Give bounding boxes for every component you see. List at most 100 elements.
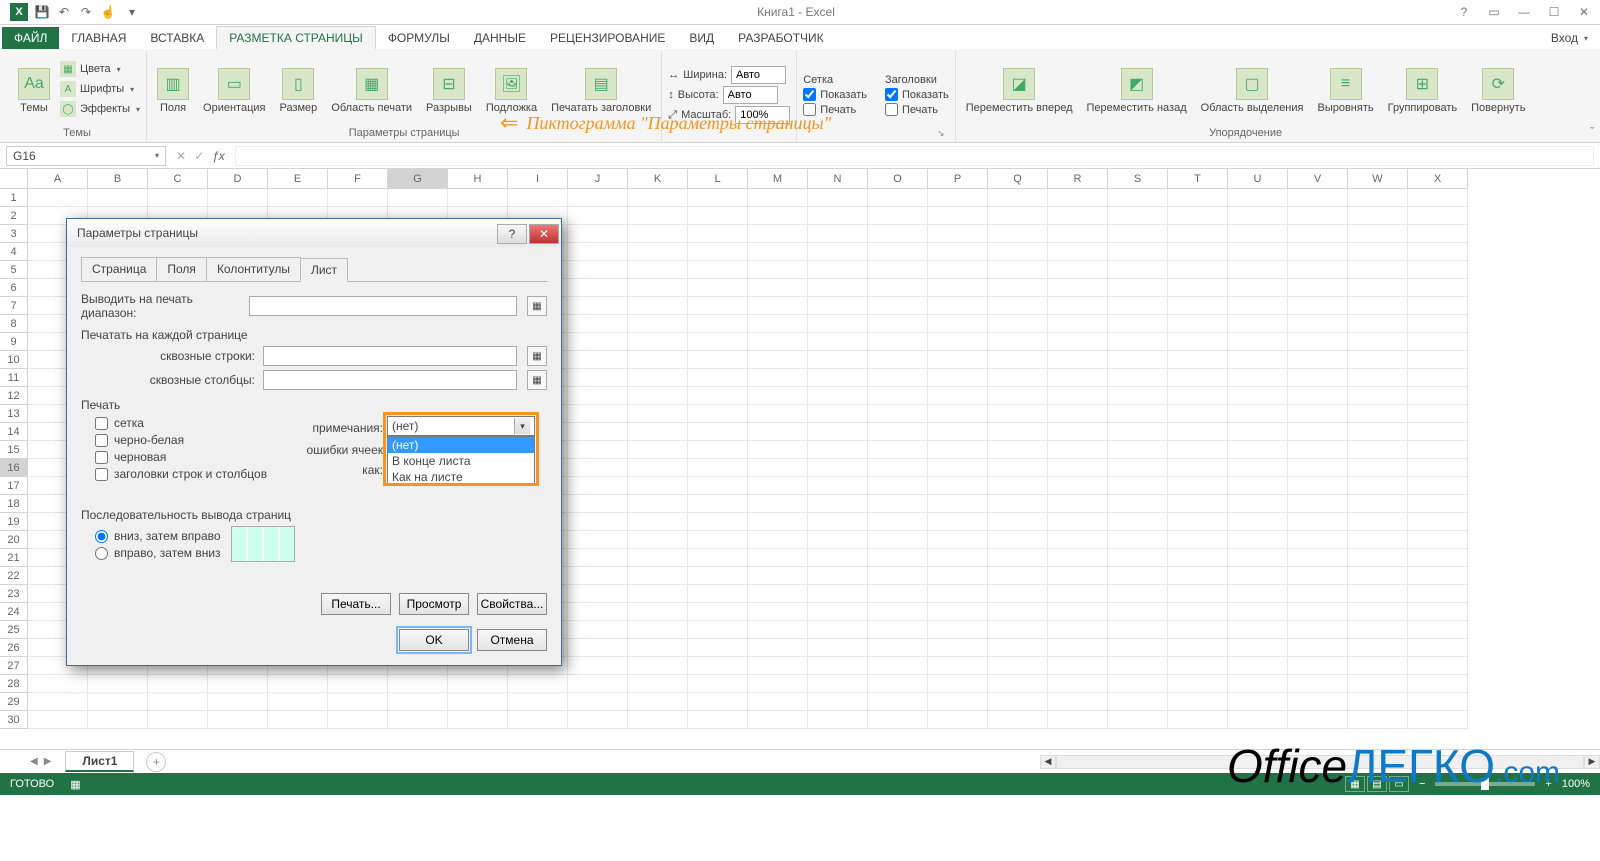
cell[interactable] bbox=[1348, 369, 1408, 387]
tab-page-layout[interactable]: РАЗМЕТКА СТРАНИЦЫ bbox=[216, 26, 376, 49]
print-titles-button[interactable]: ▤Печатать заголовки bbox=[547, 64, 655, 114]
cell[interactable] bbox=[568, 657, 628, 675]
cell[interactable] bbox=[808, 495, 868, 513]
column-header-G[interactable]: G bbox=[388, 169, 448, 189]
cell[interactable] bbox=[868, 549, 928, 567]
scroll-right-icon[interactable]: ▶ bbox=[1584, 755, 1600, 769]
cell[interactable] bbox=[748, 207, 808, 225]
cell[interactable] bbox=[1048, 207, 1108, 225]
cell[interactable] bbox=[1348, 441, 1408, 459]
cell[interactable] bbox=[268, 675, 328, 693]
cell[interactable] bbox=[808, 315, 868, 333]
cell[interactable] bbox=[1288, 279, 1348, 297]
nav-next-icon[interactable]: ▶ bbox=[44, 756, 52, 767]
touch-mode-icon[interactable]: ☝ bbox=[100, 4, 116, 20]
row-header-30[interactable]: 30 bbox=[0, 711, 28, 729]
row-header-17[interactable]: 17 bbox=[0, 477, 28, 495]
cell[interactable] bbox=[688, 639, 748, 657]
cell[interactable] bbox=[868, 585, 928, 603]
cell[interactable] bbox=[688, 459, 748, 477]
cell[interactable] bbox=[388, 711, 448, 729]
cell[interactable] bbox=[508, 693, 568, 711]
cell[interactable] bbox=[1288, 603, 1348, 621]
cell[interactable] bbox=[1408, 387, 1468, 405]
cell[interactable] bbox=[748, 459, 808, 477]
cell[interactable] bbox=[748, 189, 808, 207]
cell[interactable] bbox=[628, 441, 688, 459]
cell[interactable] bbox=[1348, 243, 1408, 261]
cell[interactable] bbox=[1348, 477, 1408, 495]
cell[interactable] bbox=[928, 279, 988, 297]
cell[interactable] bbox=[808, 657, 868, 675]
cell[interactable] bbox=[988, 585, 1048, 603]
margins-button[interactable]: ▥Поля bbox=[153, 64, 193, 114]
cell[interactable] bbox=[568, 639, 628, 657]
cell[interactable] bbox=[988, 621, 1048, 639]
cell[interactable] bbox=[1288, 477, 1348, 495]
cell[interactable] bbox=[928, 657, 988, 675]
cell[interactable] bbox=[868, 315, 928, 333]
cell[interactable] bbox=[1288, 315, 1348, 333]
dialog-titlebar[interactable]: Параметры страницы ? ✕ bbox=[67, 219, 561, 247]
column-header-E[interactable]: E bbox=[268, 169, 328, 189]
cell[interactable] bbox=[1108, 423, 1168, 441]
cell[interactable] bbox=[1408, 261, 1468, 279]
cell[interactable] bbox=[688, 351, 748, 369]
cell[interactable] bbox=[208, 711, 268, 729]
cell[interactable] bbox=[808, 549, 868, 567]
cell[interactable] bbox=[748, 297, 808, 315]
cell[interactable] bbox=[1168, 639, 1228, 657]
cell[interactable] bbox=[1348, 297, 1408, 315]
column-header-C[interactable]: C bbox=[148, 169, 208, 189]
cell[interactable] bbox=[1108, 477, 1168, 495]
dialog-tab-margins[interactable]: Поля bbox=[156, 257, 207, 281]
cell[interactable] bbox=[928, 567, 988, 585]
cell[interactable] bbox=[1048, 495, 1108, 513]
cell[interactable] bbox=[688, 189, 748, 207]
cell[interactable] bbox=[1348, 657, 1408, 675]
column-header-B[interactable]: B bbox=[88, 169, 148, 189]
cell[interactable] bbox=[688, 531, 748, 549]
cell[interactable] bbox=[208, 675, 268, 693]
cell[interactable] bbox=[1108, 369, 1168, 387]
cell[interactable] bbox=[1288, 657, 1348, 675]
cell[interactable] bbox=[1288, 207, 1348, 225]
add-sheet-button[interactable]: + bbox=[146, 752, 166, 772]
range-picker-icon[interactable]: ▦ bbox=[527, 370, 547, 390]
cell[interactable] bbox=[1348, 459, 1408, 477]
cell[interactable] bbox=[1108, 387, 1168, 405]
tab-home[interactable]: ГЛАВНАЯ bbox=[59, 27, 138, 49]
cell[interactable] bbox=[1048, 459, 1108, 477]
cell[interactable] bbox=[1168, 567, 1228, 585]
cell[interactable] bbox=[748, 351, 808, 369]
headings-show[interactable]: Показать bbox=[885, 88, 949, 101]
rotate-button[interactable]: ⟳Повернуть bbox=[1467, 64, 1529, 114]
cell[interactable] bbox=[1168, 531, 1228, 549]
cell[interactable] bbox=[868, 189, 928, 207]
cell[interactable] bbox=[688, 441, 748, 459]
cell[interactable] bbox=[808, 639, 868, 657]
cell[interactable] bbox=[568, 279, 628, 297]
cell[interactable] bbox=[688, 243, 748, 261]
cell[interactable] bbox=[568, 513, 628, 531]
cell[interactable] bbox=[988, 441, 1048, 459]
cell[interactable] bbox=[1168, 369, 1228, 387]
cell[interactable] bbox=[1288, 531, 1348, 549]
cell[interactable] bbox=[1348, 513, 1408, 531]
cell[interactable] bbox=[1348, 621, 1408, 639]
cell[interactable] bbox=[988, 513, 1048, 531]
tab-file[interactable]: ФАЙЛ bbox=[2, 27, 59, 49]
zoom-thumb[interactable] bbox=[1481, 778, 1489, 790]
cell[interactable] bbox=[1288, 369, 1348, 387]
cell[interactable] bbox=[868, 513, 928, 531]
cell[interactable] bbox=[1108, 189, 1168, 207]
cell[interactable] bbox=[628, 243, 688, 261]
cell[interactable] bbox=[988, 639, 1048, 657]
cell[interactable] bbox=[1348, 531, 1408, 549]
cell[interactable] bbox=[748, 333, 808, 351]
cell[interactable] bbox=[1108, 603, 1168, 621]
cell[interactable] bbox=[628, 531, 688, 549]
cell[interactable] bbox=[1348, 261, 1408, 279]
cell[interactable] bbox=[928, 333, 988, 351]
cell[interactable] bbox=[628, 279, 688, 297]
